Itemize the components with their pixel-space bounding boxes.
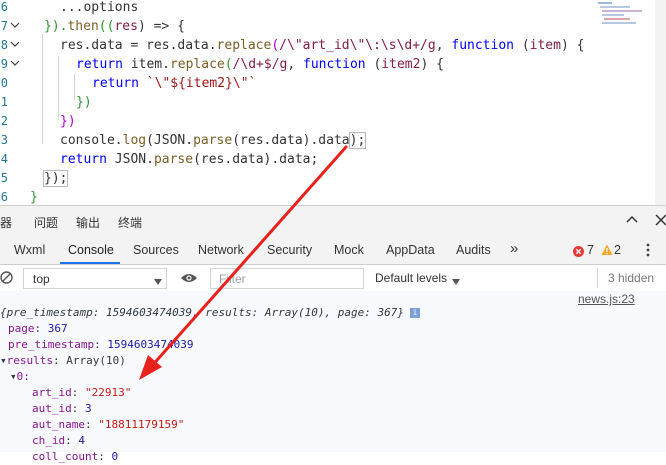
log-levels-dropdown[interactable]: Default levels — [375, 271, 447, 285]
tab-mock[interactable]: Mock — [334, 243, 364, 257]
tree-row-aut-name: aut_name: "18811179159" — [32, 418, 185, 431]
code-line: console.log(JSON.parse(res.data).data); — [60, 132, 367, 149]
collapse-chevron-up-icon[interactable] — [624, 212, 640, 233]
expand-triangle-icon[interactable]: ▾ — [0, 354, 7, 367]
warning-count[interactable]: 2 — [614, 243, 621, 257]
error-icon — [573, 244, 584, 262]
source-link[interactable]: news.js:23 — [578, 291, 635, 307]
code-line: return `\"${item2}\"` — [92, 76, 257, 91]
code-line: }); — [42, 170, 69, 187]
warning-icon — [601, 243, 613, 261]
code-editor[interactable]: 6 7 8 9 0 1 2 3 4 5 6 ...options }).then… — [0, 0, 666, 205]
console-filter-input[interactable]: Filter — [210, 268, 364, 289]
context-select-value: top — [33, 272, 50, 286]
tab-appdata[interactable]: AppData — [386, 243, 435, 257]
object-summary[interactable]: {pre_timestamp: 1594603474039, results: … — [0, 305, 420, 321]
indent-guide — [42, 34, 43, 144]
error-count[interactable]: 7 — [587, 243, 594, 257]
editor-scrollbar[interactable] — [655, 0, 666, 205]
toolbar-divider — [597, 268, 598, 288]
dropdown-triangle-icon — [452, 273, 460, 291]
tree-row-results[interactable]: ▾results: Array(10) — [0, 353, 126, 369]
tree-row-page: page: 367 — [8, 322, 68, 335]
tab-audits[interactable]: Audits — [456, 243, 491, 257]
expand-triangle-icon[interactable]: ▾ — [10, 370, 17, 383]
tree-row-art-id: art_id: "22913" — [32, 386, 132, 399]
console-log-area[interactable]: news.js:23 {pre_timestamp: 1594603474039… — [0, 291, 666, 463]
code-line: return item.replace(/\d+$/g, function (i… — [76, 57, 444, 72]
tab-wxml[interactable]: Wxml — [14, 243, 45, 257]
tab-issues[interactable]: 问题 — [34, 214, 58, 231]
eye-icon[interactable] — [180, 271, 198, 289]
info-icon[interactable]: i — [409, 308, 420, 318]
indent-guide — [58, 56, 59, 120]
code-line: }).then((res) => { — [44, 19, 185, 34]
tree-row-partial: coll_count: 0 — [32, 450, 119, 463]
console-toolbar: top Filter Default levels 3 hidden — [0, 265, 666, 292]
tree-row-aut-id: aut_id: 3 — [32, 402, 92, 415]
code-line: ...options — [60, 0, 139, 15]
dropdown-triangle-icon — [154, 273, 162, 291]
drawer-tab-bar: 器 问题 输出 终端 — [0, 205, 666, 236]
hidden-count: 3 hidden — [608, 271, 655, 285]
kebab-menu-icon[interactable] — [646, 243, 650, 262]
code-line: }) — [76, 95, 92, 110]
tab-console[interactable]: Console — [68, 243, 114, 257]
tab-network[interactable]: Network — [198, 243, 244, 257]
clear-console-icon[interactable] — [0, 271, 13, 289]
tab-debugger[interactable]: 器 — [0, 214, 12, 231]
filter-placeholder: Filter — [219, 272, 246, 286]
tree-row-index-0[interactable]: ▾0: — [10, 369, 30, 385]
indent-guide — [74, 74, 75, 100]
tree-row-ch-id: ch_id: 4 — [32, 434, 85, 447]
tab-sources[interactable]: Sources — [133, 243, 179, 257]
code-lines: ...options }).then((res) => { res.data =… — [0, 0, 584, 205]
code-line: res.data = res.data.replace(/\"art_id\"\… — [60, 38, 585, 53]
code-line: }) — [60, 114, 76, 129]
code-line: return JSON.parse(res.data).data; — [60, 152, 319, 167]
close-icon[interactable] — [654, 212, 666, 233]
code-line: } — [30, 190, 38, 205]
more-tabs-button[interactable]: » — [510, 240, 518, 257]
context-select[interactable]: top — [23, 268, 167, 289]
tab-terminal[interactable]: 终端 — [118, 214, 142, 231]
code-minimap[interactable] — [596, 0, 654, 40]
tree-row-pre-timestamp: pre_timestamp: 1594603474039 — [8, 338, 194, 351]
tab-security[interactable]: Security — [267, 243, 312, 257]
devtools-main-tabs: Wxml Console Sources Network Security Mo… — [0, 235, 666, 265]
active-tab-indicator — [60, 262, 120, 264]
devtools-panel: 器 问题 输出 终端 Wxml Console Sources Network … — [0, 205, 666, 463]
object-summary-text: {pre_timestamp: 1594603474039, results: … — [0, 306, 404, 319]
tab-output[interactable]: 输出 — [76, 214, 100, 231]
